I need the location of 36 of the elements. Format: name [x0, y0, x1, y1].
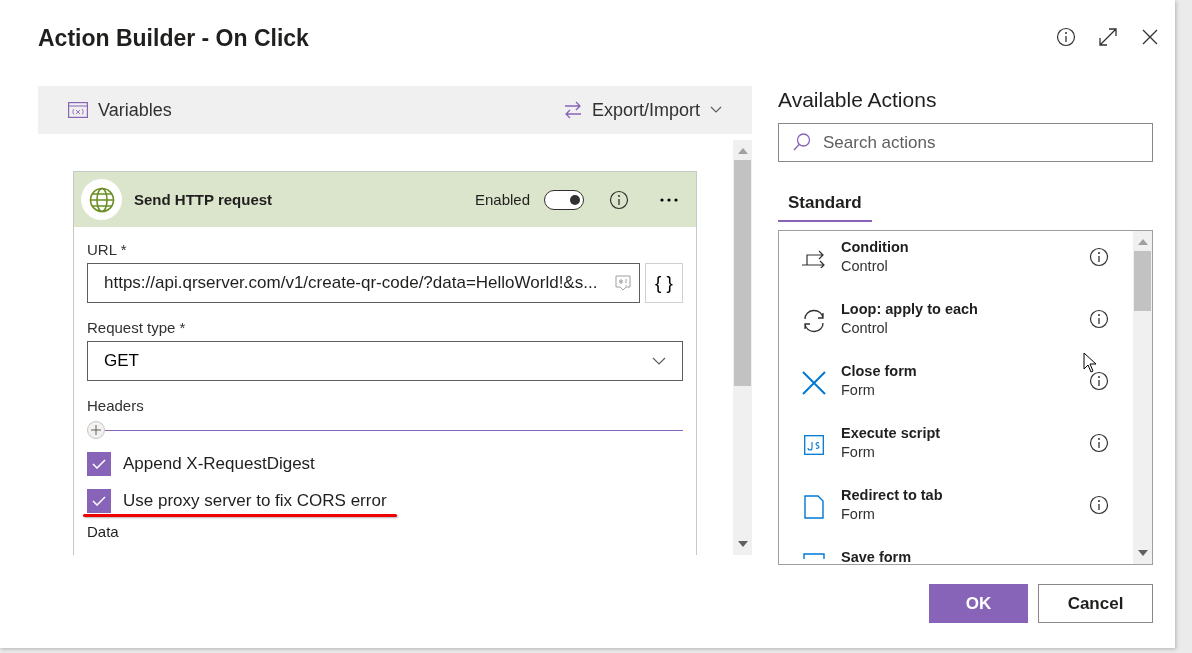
- action-name: Save form: [841, 549, 913, 564]
- expression-button[interactable]: { }: [645, 263, 683, 303]
- action-category: Form: [841, 506, 876, 522]
- checkbox-label: Use proxy server to fix CORS error: [123, 490, 387, 511]
- action-category: Form: [841, 382, 876, 398]
- action-item[interactable]: Condition Control: [779, 239, 1133, 301]
- variables-button[interactable]: Variables: [68, 99, 172, 121]
- action-category: Form: [841, 444, 876, 460]
- field-label: Request type *: [87, 319, 187, 336]
- action-item[interactable]: Save form: [779, 549, 1133, 564]
- cancel-button[interactable]: Cancel: [1038, 584, 1153, 623]
- card-title: Send HTTP request: [133, 191, 274, 208]
- action-name: Close form: [841, 363, 918, 379]
- tab[interactable]: Standard: [778, 186, 872, 222]
- action-name: Condition: [841, 239, 910, 255]
- action-name: Execute script: [841, 425, 942, 441]
- action-item[interactable]: Close form Form: [779, 363, 1133, 425]
- request-type-dropdown[interactable]: GET: [87, 341, 683, 381]
- action-item[interactable]: Execute script Form: [779, 425, 1133, 487]
- action-item[interactable]: Redirect to tab Form: [779, 487, 1133, 549]
- action-item[interactable]: Loop: apply to each Control: [779, 301, 1133, 363]
- checkbox-label: Append X-RequestDigest: [123, 453, 315, 474]
- action-name: Redirect to tab: [841, 487, 944, 503]
- action-category: Control: [841, 258, 889, 274]
- field-label: URL *: [87, 241, 128, 258]
- search-field[interactable]: Search actions: [778, 123, 1153, 162]
- headers-label: Headers: [87, 397, 145, 414]
- enabled-label: Enabled: [474, 191, 530, 208]
- panel-title: Available Actions: [778, 88, 938, 113]
- action-name: Loop: apply to each: [841, 301, 979, 317]
- action-category: Control: [841, 320, 889, 336]
- export-import-button[interactable]: Export/Import: [563, 99, 722, 121]
- dialog-title: Action Builder - On Click: [38, 24, 310, 53]
- ok-button[interactable]: OK: [929, 584, 1028, 623]
- url-field[interactable]: https://api.qrserver.com/v1/create-qr-code/?data=HelloWorld!&s...: [87, 263, 640, 303]
- data-label: Data: [87, 523, 120, 540]
